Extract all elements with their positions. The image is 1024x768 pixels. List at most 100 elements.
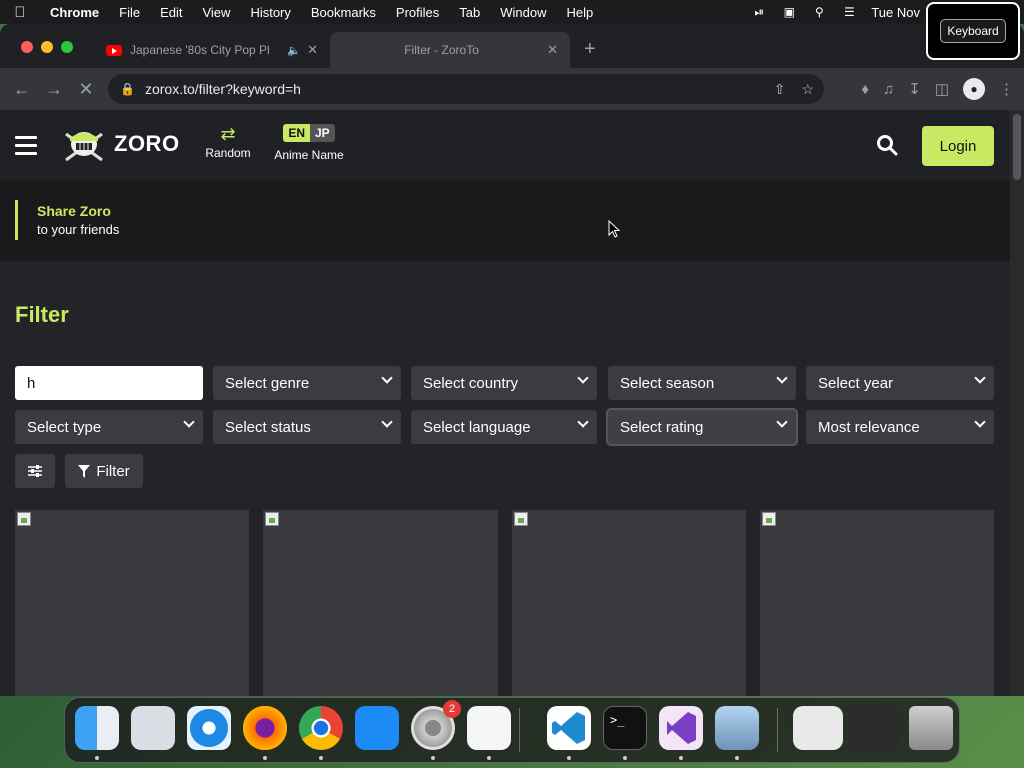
textedit-icon[interactable] (467, 706, 511, 750)
extensions-icon[interactable]: ♦ (861, 81, 869, 98)
more-filters-button[interactable] (15, 454, 55, 488)
lock-icon[interactable]: 🔒 (120, 82, 135, 96)
apple-icon[interactable]:  (0, 4, 40, 21)
side-panel-icon[interactable]: ◫ (935, 80, 949, 98)
back-button[interactable]: ← (6, 79, 38, 100)
lang-jp-option[interactable]: JP (309, 124, 335, 142)
tab-youtube[interactable]: Japanese '80s City Pop Pl 🔈 ✕ (94, 32, 330, 68)
language-select-label: Select language (423, 418, 531, 436)
lang-switch[interactable]: EN JP (283, 124, 335, 142)
vscode-icon[interactable] (547, 706, 591, 750)
filter-submit-button[interactable]: Filter (65, 454, 143, 488)
menu-history[interactable]: History (240, 5, 300, 20)
anime-card[interactable] (760, 510, 994, 696)
play-icon[interactable]: ⏯ (751, 5, 767, 19)
close-tab-icon[interactable]: ✕ (547, 42, 558, 58)
menu-file[interactable]: File (109, 5, 150, 20)
shuffle-icon: ⇄ (220, 124, 236, 144)
screen-mirror-icon[interactable]: ▣ (781, 5, 797, 19)
menu-app-name[interactable]: Chrome (40, 5, 109, 20)
menu-edit[interactable]: Edit (150, 5, 192, 20)
trash-icon[interactable] (909, 706, 953, 750)
share-icon[interactable]: ⇧ (774, 81, 786, 98)
random-label: Random (205, 146, 251, 160)
menu-view[interactable]: View (192, 5, 240, 20)
menu-tab[interactable]: Tab (449, 5, 490, 20)
country-select[interactable]: Select country (411, 366, 597, 400)
stop-loading-button[interactable]: ✕ (70, 79, 102, 100)
scrollbar-thumb[interactable] (1013, 114, 1021, 180)
media-controls-icon[interactable]: ♫ (883, 81, 894, 98)
profile-avatar[interactable]: ● (963, 78, 985, 100)
chevron-down-icon (974, 372, 986, 384)
chevron-down-icon (577, 372, 589, 384)
recent-window-screenshot-icon[interactable] (849, 706, 899, 750)
downloads-icon[interactable]: ↧ (908, 80, 921, 98)
bookmark-star-icon[interactable]: ☆ (801, 81, 814, 98)
country-select-label: Select country (423, 374, 519, 392)
visual-studio-icon[interactable] (659, 706, 703, 750)
keyboard-overlay: Keyboard (926, 2, 1020, 60)
browser-window: Japanese '80s City Pop Pl 🔈 ✕ Filter - Z… (0, 24, 1024, 696)
menu-profiles[interactable]: Profiles (386, 5, 449, 20)
menu-bookmarks[interactable]: Bookmarks (301, 5, 386, 20)
system-settings-icon[interactable]: 2 (411, 700, 461, 750)
recent-window-chrome-icon[interactable] (793, 706, 843, 750)
anime-name-language-toggle[interactable]: EN JP Anime Name (270, 124, 348, 162)
terminal-icon[interactable]: >_ (603, 706, 647, 750)
minimize-window-button[interactable] (41, 41, 53, 53)
firefox-icon[interactable] (243, 706, 287, 750)
keyword-input[interactable] (15, 366, 203, 400)
forward-button[interactable]: → (38, 79, 70, 100)
year-select-label: Select year (818, 374, 894, 392)
close-tab-icon[interactable]: ✕ (307, 42, 318, 58)
browser-toolbar: ← → ✕ 🔒 zorox.to/filter?keyword=h ⇧ ☆ ♦ … (0, 68, 1024, 110)
season-select[interactable]: Select season (608, 366, 796, 400)
mac-dock: 2 >_ (64, 697, 960, 763)
anime-card[interactable] (15, 510, 249, 696)
control-center-icon[interactable]: ☰ (841, 5, 857, 19)
safari-icon[interactable] (187, 706, 231, 750)
chrome-icon[interactable] (299, 706, 343, 750)
menubar-clock[interactable]: Tue Nov (871, 5, 920, 20)
address-bar[interactable]: 🔒 zorox.to/filter?keyword=h ⇧ ☆ (108, 74, 824, 104)
preview-icon[interactable] (715, 706, 759, 750)
genre-select[interactable]: Select genre (213, 366, 401, 400)
search-icon[interactable] (876, 134, 898, 156)
new-tab-button[interactable]: + (584, 38, 596, 61)
type-select[interactable]: Select type (15, 410, 203, 444)
rating-select[interactable]: Select rating (608, 410, 796, 444)
launchpad-icon[interactable] (131, 706, 175, 750)
funnel-icon (78, 464, 91, 478)
close-window-button[interactable] (21, 41, 33, 53)
url-text[interactable]: zorox.to/filter?keyword=h (145, 81, 301, 97)
share-accent-bar (15, 200, 18, 240)
login-button[interactable]: Login (922, 126, 994, 166)
spotlight-search-icon[interactable]: ⚲ (811, 5, 827, 19)
tab-title: Japanese '80s City Pop Pl (130, 43, 270, 57)
chevron-down-icon (183, 416, 195, 428)
page-scrollbar[interactable] (1010, 110, 1024, 696)
random-button[interactable]: ⇄ Random (204, 124, 252, 160)
share-title: Share Zoro (37, 203, 111, 219)
site-logo[interactable]: ZORO (62, 124, 180, 164)
menu-help[interactable]: Help (557, 5, 604, 20)
status-select[interactable]: Select status (213, 410, 401, 444)
more-menu-icon[interactable]: ⋮ (999, 80, 1014, 98)
speaker-icon[interactable]: 🔈 (287, 44, 301, 57)
app-store-icon[interactable] (355, 706, 399, 750)
anime-card[interactable] (263, 510, 498, 696)
anime-card[interactable] (512, 510, 746, 696)
menu-window[interactable]: Window (490, 5, 556, 20)
sort-select[interactable]: Most relevance (806, 410, 994, 444)
year-select[interactable]: Select year (806, 366, 994, 400)
zoom-window-button[interactable] (61, 41, 73, 53)
filter-button-label: Filter (96, 462, 130, 480)
hamburger-menu-icon[interactable] (15, 136, 37, 160)
lang-en-option[interactable]: EN (283, 124, 310, 142)
zoro-logo-icon (65, 132, 103, 162)
language-select[interactable]: Select language (411, 410, 597, 444)
finder-icon[interactable] (75, 706, 119, 750)
tab-filter[interactable]: Filter - ZoroTo ✕ (330, 32, 570, 68)
rating-select-label: Select rating (620, 418, 704, 436)
